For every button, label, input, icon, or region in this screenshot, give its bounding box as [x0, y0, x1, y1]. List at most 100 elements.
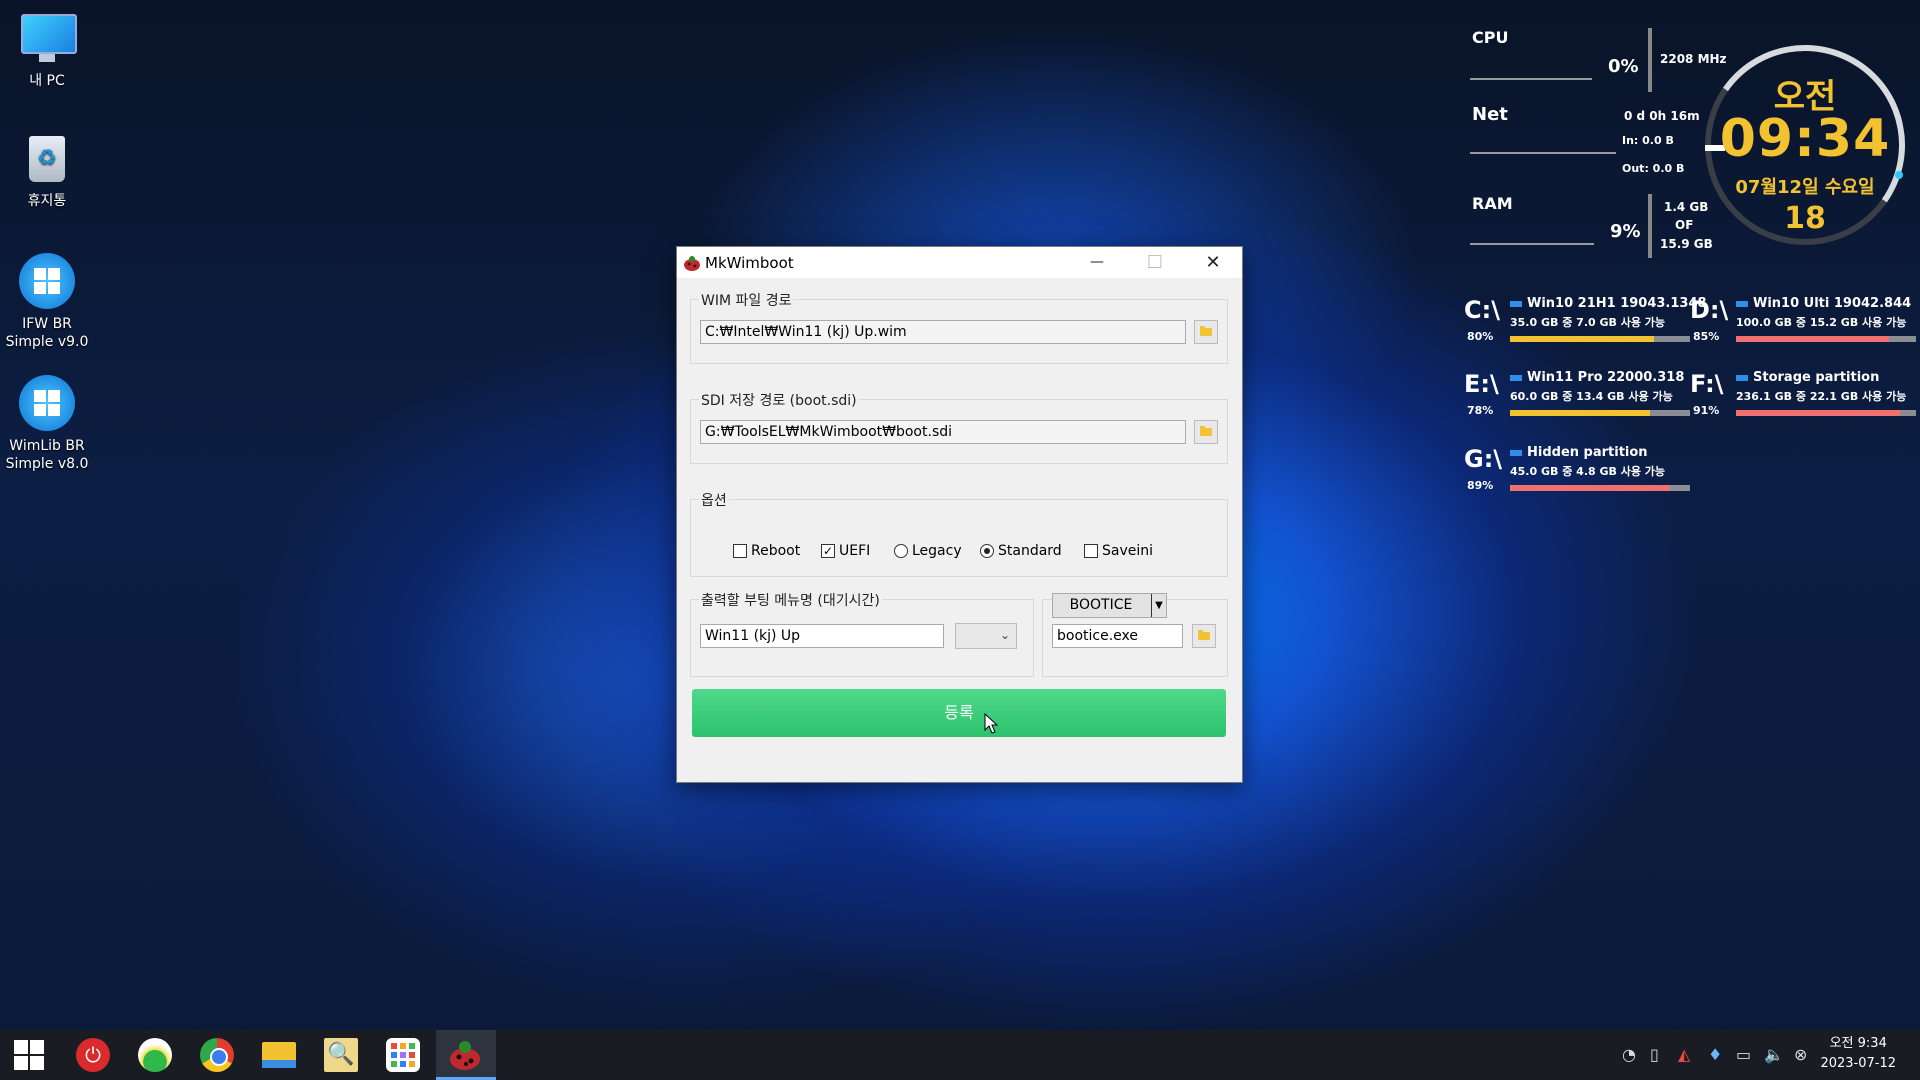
legacy-label: Legacy — [912, 543, 962, 559]
windows-logo-icon — [19, 375, 75, 431]
drop-icon[interactable]: ♦ — [1708, 1045, 1722, 1064]
uefi-option[interactable]: ✓ UEFI — [821, 543, 870, 559]
drive-letter: C:\ — [1464, 296, 1500, 324]
mkwimboot-taskbar-app[interactable] — [436, 1030, 496, 1080]
boot-tool-path-field[interactable]: bootice.exe — [1052, 624, 1183, 648]
chart-icon[interactable]: ◭ — [1678, 1045, 1690, 1064]
reboot-option[interactable]: Reboot — [733, 543, 800, 559]
windows-logo-icon — [19, 253, 75, 309]
desktop-icon-label: IFW BR — [22, 316, 72, 332]
chrome-app[interactable] — [188, 1030, 246, 1080]
desktop-icon-label: Simple v8.0 — [5, 456, 89, 472]
monitor-icon — [19, 10, 77, 66]
standard-radio[interactable] — [980, 544, 994, 558]
timeout-select[interactable]: ⌄ — [955, 623, 1017, 649]
drive-info: 236.1 GB 중 22.1 GB 사용 가능 — [1736, 390, 1907, 403]
network-icon[interactable]: ◔ — [1622, 1045, 1636, 1064]
start-button[interactable] — [0, 1030, 58, 1080]
sdi-browse-button[interactable] — [1194, 420, 1218, 444]
legacy-option[interactable]: Legacy — [894, 543, 962, 559]
battery-icon[interactable]: ▭ — [1736, 1045, 1751, 1064]
drive-usage-bar — [1736, 410, 1916, 416]
register-button[interactable]: 등록 — [692, 689, 1226, 737]
sdi-path-label: SDI 저장 경로 (boot.sdi) — [699, 390, 859, 410]
drive-percent: 78% — [1467, 404, 1494, 417]
cpu-bar — [1648, 28, 1652, 92]
desktop-icon-wimlib-br[interactable]: WimLib BR Simple v8.0 — [0, 375, 94, 473]
file-explorer-app[interactable] — [250, 1030, 308, 1080]
sdi-path-field[interactable]: G:₩ToolsEL₩MkWimboot₩boot.sdi — [700, 420, 1186, 444]
drive-name: Win11 Pro 22000.318 — [1510, 370, 1684, 385]
title-bar[interactable]: MkWimboot — ☐ ✕ — [677, 247, 1242, 278]
taskbar-date: 2023-07-12 — [1820, 1056, 1896, 1071]
bootice-split-button[interactable]: BOOTICE ▼ — [1052, 593, 1167, 618]
net-label: Net — [1472, 104, 1508, 125]
boot-menu-name-input[interactable]: Win11 (kj) Up — [700, 624, 944, 648]
close-button[interactable]: ✕ — [1184, 247, 1242, 278]
clock-day: 18 — [1784, 201, 1826, 236]
drive-percent: 89% — [1467, 479, 1494, 492]
file-explorer-icon — [262, 1042, 296, 1068]
drive-usage-bar — [1510, 410, 1690, 416]
uefi-checkbox[interactable]: ✓ — [821, 544, 835, 558]
photos-app[interactable] — [126, 1030, 184, 1080]
dropdown-arrow-icon[interactable]: ▼ — [1151, 594, 1166, 617]
drive-percent: 80% — [1467, 330, 1494, 343]
sdi-path-group: SDI 저장 경로 (boot.sdi) G:₩ToolsEL₩MkWimboo… — [690, 390, 1228, 464]
net-graph — [1470, 152, 1616, 154]
legacy-radio[interactable] — [894, 544, 908, 558]
drive-usage-bar — [1736, 336, 1916, 342]
close-circle-icon[interactable]: ⊗ — [1794, 1045, 1807, 1064]
volume-icon[interactable]: 🔈 — [1764, 1045, 1784, 1064]
boot-tool-browse-button[interactable] — [1192, 624, 1216, 648]
options-group: 옵션 Reboot ✓ UEFI Legacy Standard Saveini — [690, 490, 1228, 577]
desktop-icon-my-pc[interactable]: 내 PC — [0, 10, 94, 90]
cpu-graph — [1470, 78, 1592, 80]
drive-info: 35.0 GB 중 7.0 GB 사용 가능 — [1510, 316, 1666, 329]
ram-label: RAM — [1472, 194, 1513, 213]
desktop-icon-label: Simple v9.0 — [5, 334, 89, 350]
desktop-icon-recycle-bin[interactable]: ♻ 휴지통 — [0, 130, 94, 210]
drive-name: Storage partition — [1736, 370, 1879, 385]
clock-time: 09:34 — [1719, 109, 1891, 169]
clock-date: 07월12일 수요일 — [1735, 177, 1875, 198]
bootice-button-label: BOOTICE — [1069, 597, 1133, 613]
standard-option[interactable]: Standard — [980, 543, 1062, 559]
drive-info: 45.0 GB 중 4.8 GB 사용 가능 — [1510, 465, 1666, 478]
drive-percent: 85% — [1693, 330, 1720, 343]
uefi-label: UEFI — [839, 543, 871, 559]
cpu-percent: 0% — [1608, 56, 1639, 77]
drive-percent: 91% — [1693, 404, 1720, 417]
maximize-button[interactable]: ☐ — [1126, 247, 1184, 278]
search-tool-app[interactable]: 🔍 — [312, 1030, 370, 1080]
window-title: MkWimboot — [705, 254, 794, 272]
photos-icon — [138, 1038, 172, 1072]
power-button[interactable]: ⏻ — [64, 1030, 122, 1080]
saveini-option[interactable]: Saveini — [1084, 543, 1153, 559]
ladybug-icon — [684, 256, 700, 271]
saveini-checkbox[interactable] — [1084, 544, 1098, 558]
chevron-down-icon: ⌄ — [999, 628, 1010, 642]
wim-path-field[interactable]: C:₩Intel₩Win11 (kj) Up.wim — [700, 320, 1186, 344]
desktop-icon-label: 휴지통 — [27, 193, 67, 209]
taskbar-clock[interactable]: 오전 9:34 2023-07-12 — [1820, 1034, 1896, 1074]
ram-total: 15.9 GB — [1660, 237, 1713, 251]
ram-of: OF — [1675, 218, 1694, 232]
net-out: Out: 0.0 B — [1622, 162, 1685, 175]
drive-letter: D:\ — [1690, 296, 1729, 324]
apps-grid-app[interactable] — [374, 1030, 432, 1080]
recycle-bin-icon: ♻ — [19, 130, 75, 186]
reboot-checkbox[interactable] — [733, 544, 747, 558]
folder-icon — [1200, 426, 1212, 436]
search-tool-icon: 🔍 — [324, 1038, 358, 1072]
start-icon — [14, 1040, 44, 1070]
wim-browse-button[interactable] — [1194, 320, 1218, 344]
drive-usage-bar — [1510, 336, 1690, 342]
minimize-button[interactable]: — — [1068, 247, 1126, 278]
drive-name: Hidden partition — [1510, 445, 1648, 460]
desktop-icon-ifw-br[interactable]: IFW BR Simple v9.0 — [0, 253, 94, 351]
desktop-icon-label: WimLib BR — [9, 438, 85, 454]
chrome-icon — [200, 1038, 234, 1072]
boot-menu-group: 출력할 부팅 메뉴명 (대기시간) Win11 (kj) Up ⌄ — [690, 590, 1034, 677]
usb-icon[interactable]: ▯ — [1650, 1045, 1659, 1064]
